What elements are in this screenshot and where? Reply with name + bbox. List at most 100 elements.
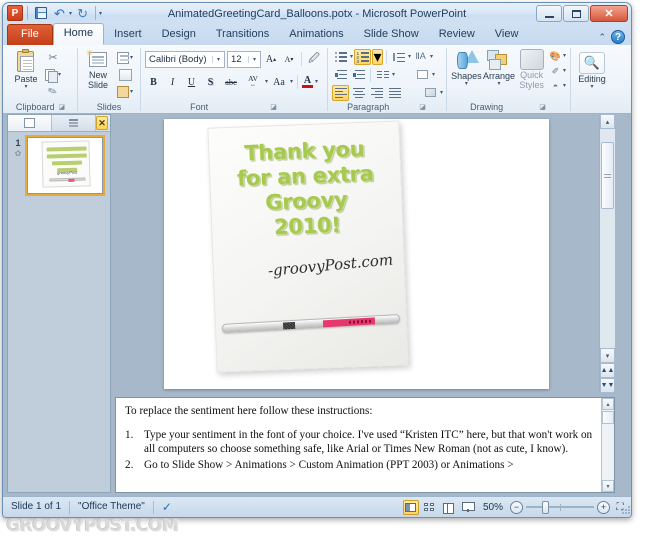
- slide-canvas[interactable]: Thank you for an extra Groovy 2010! -gro…: [164, 119, 549, 389]
- zoom-level-label[interactable]: 50%: [479, 502, 507, 513]
- maximize-button[interactable]: [563, 5, 589, 22]
- view-slide-show-button[interactable]: [460, 500, 476, 515]
- view-normal-button[interactable]: [402, 499, 419, 515]
- shapes-caret-icon[interactable]: ▾: [465, 81, 468, 87]
- zoom-slider-handle[interactable]: [542, 500, 549, 514]
- strikethrough-button[interactable]: abc: [221, 74, 241, 91]
- slide-count-indicator[interactable]: Slide 1 of 1: [3, 497, 69, 517]
- previous-slide-button[interactable]: ▲▲: [600, 363, 615, 378]
- paste-button[interactable]: Paste ▾: [9, 48, 43, 90]
- paste-caret-icon[interactable]: ▾: [24, 84, 27, 90]
- copy-caret-icon[interactable]: ▾: [58, 72, 61, 78]
- editing-caret-icon[interactable]: ▾: [590, 84, 593, 90]
- powerpoint-logo-icon[interactable]: P: [7, 5, 23, 21]
- minimize-button[interactable]: [536, 5, 562, 22]
- tab-view[interactable]: View: [485, 25, 529, 45]
- font-color-caret-icon[interactable]: ▾: [315, 79, 318, 85]
- next-slide-button[interactable]: ▼▼: [600, 378, 615, 393]
- tab-transitions[interactable]: Transitions: [206, 25, 279, 45]
- bullets-button[interactable]: [332, 49, 349, 65]
- align-justify-button[interactable]: [386, 85, 403, 101]
- clipboard-dialog-launcher[interactable]: ◪: [57, 102, 66, 112]
- format-painter-button[interactable]: ✎: [45, 84, 61, 99]
- card-text-block[interactable]: Thank you for an extra Groovy 2010!: [209, 135, 403, 242]
- section-caret-icon[interactable]: ▾: [130, 89, 133, 95]
- font-color-button[interactable]: A: [302, 74, 314, 91]
- shape-outline-button[interactable]: ✐ ▾: [548, 64, 566, 78]
- arrange-caret-icon[interactable]: ▾: [497, 81, 500, 87]
- line-spacing-caret-icon[interactable]: ▾: [408, 54, 411, 60]
- notes-scroll-thumb[interactable]: [602, 411, 614, 424]
- greeting-card-image[interactable]: Thank you for an extra Groovy 2010! -gro…: [207, 120, 409, 373]
- tab-outline[interactable]: [52, 115, 96, 131]
- convert-to-smartart-button[interactable]: [422, 85, 439, 101]
- undo-button[interactable]: ↶: [51, 5, 68, 21]
- font-name-caret-icon[interactable]: ▾: [212, 55, 224, 63]
- clear-formatting-button[interactable]: 🖉: [306, 51, 322, 68]
- decrease-indent-button[interactable]: [332, 67, 349, 83]
- customize-qat-caret-icon[interactable]: ▾: [99, 10, 102, 17]
- character-spacing-caret-icon[interactable]: ▾: [265, 79, 268, 85]
- align-right-button[interactable]: [368, 85, 385, 101]
- tab-animations[interactable]: Animations: [279, 25, 353, 45]
- text-direction-button[interactable]: ⅡA: [412, 49, 429, 65]
- notes-scroll-up-button[interactable]: ▴: [602, 398, 614, 410]
- tab-slides[interactable]: [8, 115, 52, 131]
- change-case-button[interactable]: Aa: [270, 74, 288, 91]
- notes-content[interactable]: To replace the sentiment here follow the…: [116, 398, 614, 472]
- bold-button[interactable]: B: [145, 74, 162, 91]
- convert-smartart-caret-icon[interactable]: ▾: [440, 90, 443, 96]
- shrink-font-button[interactable]: A ▾: [281, 51, 297, 68]
- tab-home[interactable]: Home: [52, 23, 105, 45]
- shapes-button[interactable]: Shapes ▾: [451, 47, 482, 87]
- line-spacing-button[interactable]: [390, 49, 407, 65]
- grow-font-button[interactable]: A ▴: [263, 51, 279, 68]
- layout-button[interactable]: ▾: [117, 50, 133, 65]
- align-text-button[interactable]: [414, 67, 431, 83]
- numbering-caret-icon[interactable]: ▾: [372, 48, 384, 66]
- notes-scroll-down-button[interactable]: ▾: [602, 480, 614, 492]
- shape-outline-caret-icon[interactable]: ▾: [563, 68, 566, 74]
- tab-design[interactable]: Design: [152, 25, 206, 45]
- copy-button[interactable]: ▾: [45, 67, 61, 83]
- thumbnail-item[interactable]: 1 ✿ groovyPost: [11, 135, 107, 196]
- section-button[interactable]: ▾: [117, 84, 133, 99]
- columns-caret-icon[interactable]: ▾: [392, 72, 395, 78]
- tab-slide-show[interactable]: Slide Show: [354, 25, 429, 45]
- tab-insert[interactable]: Insert: [104, 25, 152, 45]
- align-center-button[interactable]: [350, 85, 367, 101]
- scroll-thumb[interactable]: [601, 142, 614, 209]
- change-case-caret-icon[interactable]: ▾: [290, 79, 293, 85]
- close-button[interactable]: ✕: [590, 5, 628, 22]
- font-size-caret-icon[interactable]: ▾: [248, 55, 260, 63]
- layout-caret-icon[interactable]: ▾: [130, 55, 133, 61]
- font-name-combo[interactable]: Calibri (Body) ▾: [145, 50, 225, 68]
- view-slide-sorter-button[interactable]: [422, 500, 438, 515]
- align-text-caret-icon[interactable]: ▾: [432, 72, 435, 78]
- character-spacing-button[interactable]: AV ↔: [243, 74, 263, 91]
- theme-indicator[interactable]: "Office Theme": [70, 497, 153, 517]
- scroll-down-button[interactable]: ▾: [600, 348, 615, 363]
- text-direction-caret-icon[interactable]: ▾: [430, 54, 433, 60]
- minimize-ribbon-icon[interactable]: ⌃: [598, 32, 606, 43]
- animation-star-icon[interactable]: ✿: [11, 149, 25, 158]
- notes-vertical-scrollbar[interactable]: ▴ ▾: [601, 398, 614, 492]
- scroll-up-button[interactable]: ▴: [600, 114, 615, 129]
- zoom-in-button[interactable]: +: [597, 500, 610, 514]
- resize-grip-icon[interactable]: [621, 505, 631, 515]
- text-shadow-button[interactable]: S: [202, 74, 219, 91]
- cut-button[interactable]: ✂: [45, 50, 61, 65]
- editing-button[interactable]: 🔍 Editing ▾: [575, 50, 609, 90]
- view-reading-button[interactable]: [441, 500, 457, 515]
- font-size-combo[interactable]: 12 ▾: [227, 50, 261, 68]
- tab-review[interactable]: Review: [429, 25, 485, 45]
- zoom-out-button[interactable]: −: [510, 500, 523, 514]
- shape-fill-button[interactable]: 🎨 ▾: [548, 49, 566, 63]
- close-pane-button[interactable]: ✕: [96, 116, 108, 130]
- align-left-button[interactable]: [332, 84, 349, 101]
- shape-effects-button[interactable]: ◓ ▾: [548, 79, 566, 93]
- italic-button[interactable]: I: [164, 74, 181, 91]
- spell-check-icon[interactable]: ✓: [154, 500, 180, 514]
- zoom-slider[interactable]: [526, 500, 594, 514]
- font-dialog-launcher[interactable]: ◪: [269, 102, 278, 112]
